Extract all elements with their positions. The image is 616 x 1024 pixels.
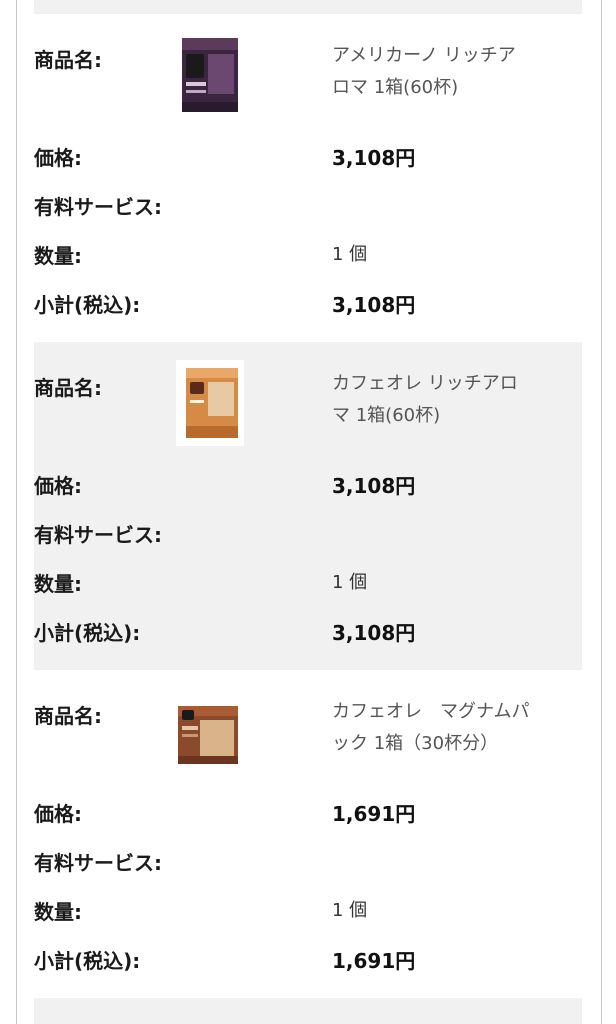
label-quantity: 数量: <box>34 572 82 596</box>
label-product-name: 商品名: <box>34 376 102 400</box>
subtotal-value: 3,108円 <box>332 621 416 645</box>
cart-item: 商品名: カフェオレ リッチアロ マ 1箱(60杯) 価格: 3,108円 有料… <box>34 342 582 670</box>
label-subtotal: 小計(税込): <box>34 293 141 317</box>
product-image[interactable] <box>166 688 250 774</box>
label-product-name: 商品名: <box>34 704 102 728</box>
product-name[interactable]: カフェオレ リッチアロ マ 1箱(60杯) <box>332 368 572 432</box>
quantity-value: 1 個 <box>332 244 368 265</box>
label-subtotal: 小計(税込): <box>34 949 141 973</box>
cart-item: 商品名: カフェオレ マグナムパ ック 1箱（30杯分） 価格: 1,691円 … <box>34 670 582 998</box>
label-paid-service: 有料サービス: <box>34 195 162 219</box>
label-paid-service: 有料サービス: <box>34 851 162 875</box>
product-image[interactable] <box>176 360 244 446</box>
product-name[interactable]: アメリカーノ リッチア ロマ 1箱(60杯) <box>332 40 572 104</box>
label-product-name: 商品名: <box>34 48 102 72</box>
label-price: 価格: <box>34 146 82 170</box>
label-quantity: 数量: <box>34 244 82 268</box>
label-price: 価格: <box>34 474 82 498</box>
quantity-value: 1 個 <box>332 572 368 593</box>
price-value: 3,108円 <box>332 146 416 170</box>
quantity-value: 1 個 <box>332 900 368 921</box>
cart-item: 商品名: アメリカーノ リッチア ロマ 1箱(60杯) 価格: 3,108円 有… <box>34 14 582 342</box>
label-quantity: 数量: <box>34 900 82 924</box>
label-paid-service: 有料サービス: <box>34 523 162 547</box>
subtotal-value: 3,108円 <box>332 293 416 317</box>
label-price: 価格: <box>34 802 82 826</box>
product-name[interactable]: カフェオレ マグナムパ ック 1箱（30杯分） <box>332 696 572 760</box>
price-value: 3,108円 <box>332 474 416 498</box>
subtotal-value: 1,691円 <box>332 949 416 973</box>
previous-item-edge <box>34 0 582 14</box>
product-image[interactable] <box>176 32 244 118</box>
label-subtotal: 小計(税込): <box>34 621 141 645</box>
price-value: 1,691円 <box>332 802 416 826</box>
next-item-edge <box>34 998 582 1024</box>
